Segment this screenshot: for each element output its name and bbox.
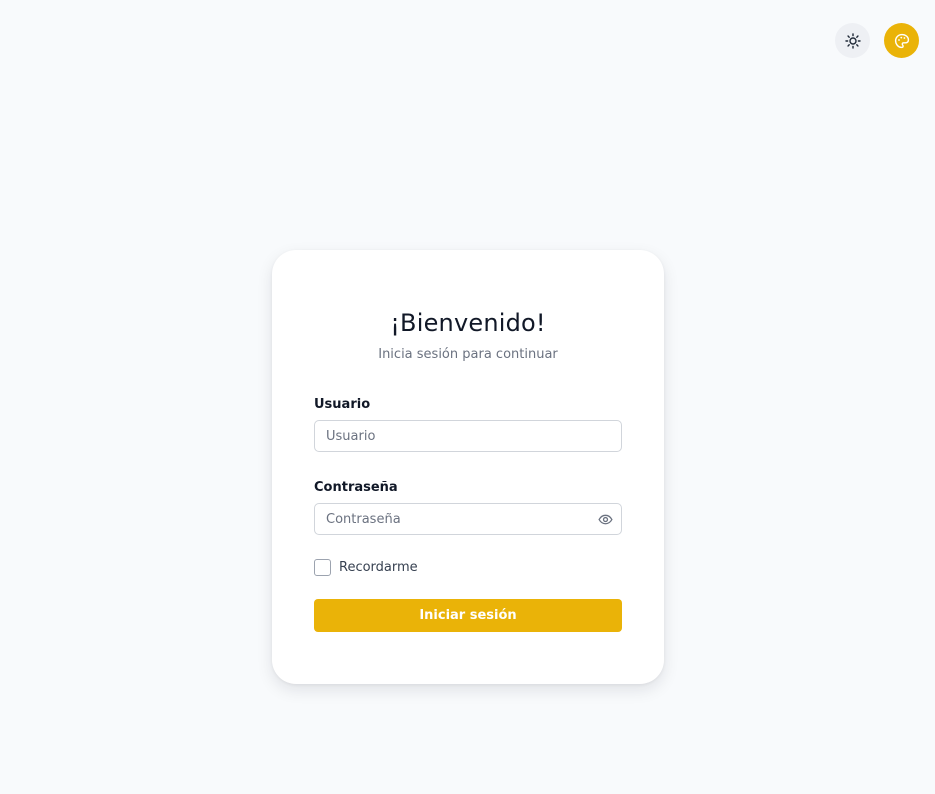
username-field-wrapper <box>314 420 622 452</box>
login-button[interactable]: Iniciar sesión <box>314 599 622 632</box>
login-card: ¡Bienvenido! Inicia sesión para continua… <box>272 250 664 684</box>
remember-row: Recordarme <box>314 558 622 577</box>
username-input[interactable] <box>314 420 622 452</box>
remember-label[interactable]: Recordarme <box>339 560 418 575</box>
remember-checkbox[interactable] <box>314 559 331 576</box>
username-label: Usuario <box>314 397 371 412</box>
palette-button[interactable] <box>884 23 919 58</box>
sun-icon <box>844 32 861 49</box>
page-subtitle: Inicia sesión para continuar <box>378 347 558 362</box>
password-input[interactable] <box>314 503 622 535</box>
theme-toggle-button[interactable] <box>835 23 870 58</box>
page-title: ¡Bienvenido! <box>390 309 546 337</box>
password-label: Contraseña <box>314 480 398 495</box>
eye-icon[interactable] <box>596 510 614 528</box>
top-controls <box>835 23 919 58</box>
palette-icon <box>894 33 910 49</box>
password-field-wrapper <box>314 503 622 535</box>
